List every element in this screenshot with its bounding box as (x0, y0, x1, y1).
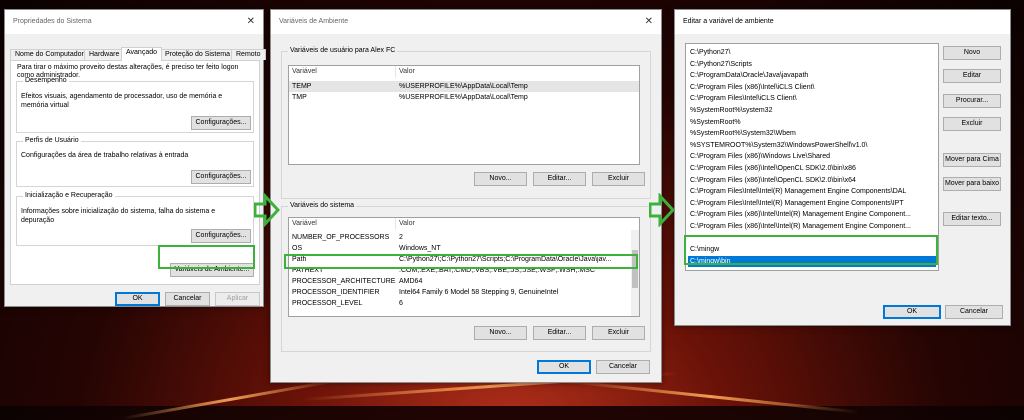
tab-remote[interactable]: Remoto (231, 49, 266, 60)
variable-value: %USERPROFILE%\AppData\Local\Temp (399, 83, 528, 90)
highlight-env-button (158, 245, 255, 269)
variable-name: OS (292, 245, 303, 252)
table-row[interactable]: NUMBER_OF_PROCESSORS 2 (289, 232, 639, 243)
startup-recovery-group: Inicialização e Recuperação Informações … (16, 192, 254, 246)
list-item[interactable]: C:\Program Files\Intel\iCLS Client\ (688, 93, 936, 105)
new-button[interactable]: Novo (943, 46, 1001, 60)
user-profiles-label: Perfis de Usuário (23, 137, 81, 144)
list-item[interactable]: %SystemRoot%\System32\Wbem (688, 128, 936, 140)
list-item[interactable]: C:\Program Files\Intel\Intel(R) Manageme… (688, 198, 936, 210)
edit-text-button[interactable]: Editar texto... (943, 212, 1001, 226)
startup-settings-button[interactable]: Configurações... (191, 229, 251, 243)
browse-button[interactable]: Procurar... (943, 94, 1001, 108)
list-item[interactable]: %SystemRoot%\system32 (688, 105, 936, 117)
vertical-scrollbar[interactable] (631, 230, 639, 316)
column-header-value[interactable]: Valor (396, 66, 639, 78)
variable-name: TMP (292, 94, 307, 101)
window-title: Variáveis de Ambiente (279, 18, 349, 25)
list-item[interactable]: C:\ProgramData\Oracle\Java\javapath (688, 70, 936, 82)
user-profiles-description: Configurações da área de trabalho relati… (21, 152, 189, 159)
user-delete-button[interactable]: Excluir (592, 172, 645, 186)
variable-name: PROCESSOR_IDENTIFIER (292, 289, 380, 296)
window-title: Propriedades do Sistema (13, 18, 92, 25)
list-item[interactable]: C:\Program Files (x86)\Intel\iCLS Client… (688, 82, 936, 94)
variable-value: %USERPROFILE%\AppData\Local\Temp (399, 94, 528, 101)
list-item[interactable]: C:\Program Files (x86)\Intel\Intel(R) Ma… (688, 209, 936, 221)
list-item[interactable]: C:\Program Files (x86)\Intel\OpenCL SDK\… (688, 175, 936, 187)
user-profiles-settings-button[interactable]: Configurações... (191, 170, 251, 184)
delete-button[interactable]: Excluir (943, 117, 1001, 131)
performance-group: Desempenho Efeitos visuais, agendamento … (16, 77, 254, 133)
system-new-button[interactable]: Novo... (474, 326, 527, 340)
background-streak (560, 379, 860, 414)
tab-computer-name[interactable]: Nome do Computador (10, 49, 89, 60)
list-item[interactable]: C:\Program Files (x86)\Windows Live\Shar… (688, 151, 936, 163)
variable-name: TEMP (292, 83, 312, 90)
title-bar: Variáveis de Ambiente ✕ (271, 10, 661, 34)
variable-value: Windows_NT (399, 245, 441, 252)
list-item[interactable]: C:\Python27\ (688, 47, 936, 59)
window-title: Editar a variável de ambiente (683, 18, 774, 25)
variable-value: AMD64 (399, 278, 423, 285)
table-row[interactable]: PROCESSOR_IDENTIFIER Intel64 Family 6 Mo… (289, 287, 639, 298)
ok-button[interactable]: OK (115, 292, 160, 306)
cancel-button[interactable]: Cancelar (945, 305, 1003, 319)
arrow-right-icon (254, 193, 280, 227)
title-bar: Propriedades do Sistema ✕ (5, 10, 263, 34)
list-item[interactable]: C:\Program Files\Intel\Intel(R) Manageme… (688, 186, 936, 198)
variable-value: 2 (399, 234, 403, 241)
system-variables-label: Variáveis do sistema (288, 202, 357, 209)
column-header-variable[interactable]: Variável (289, 218, 396, 230)
variable-name: PROCESSOR_ARCHITECTURE (292, 278, 396, 285)
move-up-button[interactable]: Mover para Cima (943, 153, 1001, 167)
list-item[interactable]: %SystemRoot% (688, 117, 936, 129)
table-row[interactable]: TEMP %USERPROFILE%\AppData\Local\Temp (289, 81, 639, 92)
user-variables-table[interactable]: Variável Valor TEMP %USERPROFILE%\AppDat… (288, 65, 640, 165)
tab-advanced[interactable]: Avançado (121, 47, 163, 61)
ok-button[interactable]: OK (883, 305, 941, 319)
startup-recovery-description: Informações sobre inicialização do siste… (21, 208, 216, 224)
table-row[interactable]: TMP %USERPROFILE%\AppData\Local\Temp (289, 92, 639, 103)
table-row[interactable]: PROCESSOR_LEVEL 6 (289, 298, 639, 309)
user-variables-label: Variáveis de usuário para Alex FC (288, 47, 398, 54)
user-profiles-group: Perfis de Usuário Configurações da área … (16, 137, 254, 187)
system-edit-button[interactable]: Editar... (533, 326, 586, 340)
apply-button[interactable]: Aplicar (215, 292, 260, 306)
performance-description: Efeitos visuais, agendamento de processa… (21, 93, 223, 109)
highlight-path-row (284, 254, 638, 269)
highlight-new-entries (684, 235, 938, 265)
list-item[interactable]: %SYSTEMROOT%\System32\WindowsPowerShell\… (688, 140, 936, 152)
performance-settings-button[interactable]: Configurações... (191, 116, 251, 130)
table-row[interactable]: PROCESSOR_ARCHITECTURE AMD64 (289, 276, 639, 287)
title-bar: Editar a variável de ambiente (675, 10, 1010, 34)
close-icon[interactable]: ✕ (247, 16, 255, 27)
arrow-right-icon (649, 193, 675, 227)
performance-label: Desempenho (23, 77, 69, 84)
variable-value: Intel64 Family 6 Model 58 Stepping 9, Ge… (399, 289, 559, 296)
user-new-button[interactable]: Novo... (474, 172, 527, 186)
move-down-button[interactable]: Mover para baixo (943, 177, 1001, 191)
edit-button[interactable]: Editar (943, 69, 1001, 83)
user-edit-button[interactable]: Editar... (533, 172, 586, 186)
system-delete-button[interactable]: Excluir (592, 326, 645, 340)
ok-button[interactable]: OK (537, 360, 591, 374)
cancel-button[interactable]: Cancelar (165, 292, 210, 306)
variable-name: NUMBER_OF_PROCESSORS (292, 234, 390, 241)
list-item[interactable]: C:\Program Files (x86)\Intel\OpenCL SDK\… (688, 163, 936, 175)
tab-system-protection[interactable]: Proteção do Sistema (160, 49, 235, 60)
tab-hardware[interactable]: Hardware (84, 49, 125, 60)
list-item[interactable]: C:\Python27\Scripts (688, 59, 936, 71)
column-header-variable[interactable]: Variável (289, 66, 396, 78)
environment-variables-window: Variáveis de Ambiente ✕ Variáveis de usu… (270, 9, 662, 383)
table-row[interactable]: OS Windows_NT (289, 243, 639, 254)
variable-value: 6 (399, 300, 403, 307)
edit-variable-window: Editar a variável de ambiente C:\Python2… (674, 9, 1011, 326)
column-header-value[interactable]: Valor (396, 218, 633, 230)
close-icon[interactable]: ✕ (645, 16, 653, 27)
list-item[interactable]: C:\Program Files (x86)\Intel\Intel(R) Ma… (688, 221, 936, 233)
cancel-button[interactable]: Cancelar (596, 360, 650, 374)
variable-name: PROCESSOR_LEVEL (292, 300, 363, 307)
startup-recovery-label: Inicialização e Recuperação (23, 192, 115, 199)
